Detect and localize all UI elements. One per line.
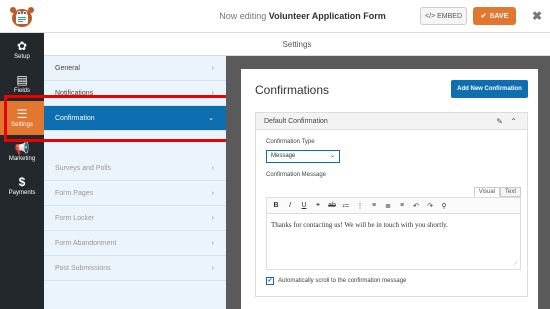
chevron-right-icon: › [211, 190, 214, 197]
section-form-locker[interactable]: Form Locker › [44, 206, 226, 231]
embed-label: EMBED [437, 12, 463, 20]
fields-icon: ▤ [16, 73, 28, 87]
rail-label: Setup [14, 54, 30, 60]
editor-toolbar: B I U ❝ ab ≔ ⋮ ≡ ≣ ≡ ↶ ↷ ⚲ [267, 198, 520, 214]
chevron-right-icon: › [211, 240, 214, 247]
section-label: Form Abandonment [55, 240, 117, 247]
main-area: Confirmations Add New Confirmation Defau… [226, 56, 550, 309]
confirmation-header[interactable]: Default Confirmation ✎ ⌃ [256, 113, 527, 130]
editing-prefix: Now editing [219, 11, 267, 21]
numbered-list-icon[interactable]: ⋮ [356, 202, 364, 210]
chevron-right-icon: › [211, 265, 214, 272]
align-left-icon[interactable]: ≡ [370, 202, 378, 209]
chevron-down-icon: ⌄ [329, 153, 335, 159]
save-button[interactable]: ✔ SAVE [473, 7, 516, 25]
pencil-icon[interactable]: ✎ [496, 113, 503, 130]
italic-icon[interactable]: I [286, 202, 294, 209]
add-confirmation-button[interactable]: Add New Confirmation [451, 80, 528, 98]
highlight-box [4, 95, 233, 142]
section-label: Form Locker [55, 215, 95, 222]
bold-icon[interactable]: B [272, 202, 280, 209]
section-post-submissions[interactable]: Post Submissions › [44, 256, 226, 281]
chevron-up-icon[interactable]: ⌃ [510, 113, 517, 130]
type-label: Confirmation Type [266, 139, 315, 145]
section-label: Surveys and Polls [55, 165, 112, 172]
undo-icon[interactable]: ↶ [412, 202, 420, 210]
message-text[interactable]: Thanks for contacting us! We will be in … [267, 214, 520, 236]
resize-handle-icon[interactable]: ⟋ [514, 261, 518, 268]
builder-sidebar: ✿ Setup ▤ Fields ☰ Settings 📢 Marketing … [0, 33, 44, 309]
form-name: Volunteer Application Form [268, 11, 386, 21]
blockquote-icon[interactable]: ❝ [314, 202, 322, 210]
editing-title: Now editing Volunteer Application Form [0, 11, 550, 21]
section-label: Form Pages [55, 190, 94, 197]
default-confirmation-box: Default Confirmation ✎ ⌃ Confirmation Ty… [255, 112, 528, 297]
dollar-icon: $ [18, 175, 26, 189]
section-general[interactable]: General › [44, 56, 226, 81]
panel-title: Confirmations [255, 83, 330, 97]
section-form-abandonment[interactable]: Form Abandonment › [44, 231, 226, 256]
checkbox-label: Automatically scroll to the confirmation… [278, 278, 407, 284]
checkbox[interactable]: ✔ [266, 277, 274, 285]
align-center-icon[interactable]: ≣ [384, 202, 392, 210]
message-editor[interactable]: B I U ❝ ab ≔ ⋮ ≡ ≣ ≡ ↶ ↷ ⚲ Thanks for co… [266, 197, 521, 270]
settings-section-list: General › Notifications › Confirmation ⌄… [44, 56, 226, 309]
confirmations-panel: Confirmations Add New Confirmation Defau… [241, 69, 538, 309]
select-value: Message [271, 153, 296, 159]
align-right-icon[interactable]: ≡ [398, 202, 406, 209]
strikethrough-icon[interactable]: ab [328, 202, 336, 209]
underline-icon[interactable]: U [300, 202, 308, 209]
auto-scroll-option[interactable]: ✔ Automatically scroll to the confirmati… [266, 277, 406, 285]
rail-item-setup[interactable]: ✿ Setup [0, 33, 44, 67]
redo-icon[interactable]: ↷ [426, 202, 434, 210]
tab-text[interactable]: Text [499, 187, 521, 197]
code-icon: </> [424, 12, 436, 20]
megaphone-icon: 📢 [14, 141, 30, 155]
check-icon: ✔ [480, 13, 487, 20]
rail-label: Fields [13, 88, 30, 94]
section-form-pages[interactable]: Form Pages › [44, 181, 226, 206]
confirmation-name: Default Confirmation [264, 118, 328, 125]
top-bar: Now editing Volunteer Application Form <… [0, 0, 550, 33]
tab-visual[interactable]: Visual [473, 187, 500, 197]
embed-button[interactable]: </> EMBED [420, 7, 467, 25]
close-icon[interactable]: ✖ [528, 7, 546, 25]
save-label: SAVE [489, 12, 509, 20]
section-label: General [55, 65, 80, 72]
bullet-list-icon[interactable]: ≔ [342, 202, 350, 210]
rail-label: Payments [8, 190, 36, 196]
gear-icon: ✿ [16, 39, 28, 53]
chevron-right-icon: › [211, 215, 214, 222]
chevron-right-icon: › [211, 165, 214, 172]
rail-label: Marketing [8, 156, 36, 162]
editor-tabs: Visual Text [473, 187, 521, 197]
section-surveys-polls[interactable]: Surveys and Polls › [44, 156, 226, 181]
confirmation-type-select[interactable]: Message ⌄ [266, 150, 340, 163]
rail-item-payments[interactable]: $ Payments [0, 169, 44, 203]
chevron-right-icon: › [211, 65, 214, 72]
section-label: Post Submissions [55, 265, 111, 272]
settings-header: Settings [44, 33, 550, 56]
message-label: Confirmation Message [266, 172, 327, 178]
link-icon[interactable]: ⚲ [440, 202, 448, 210]
